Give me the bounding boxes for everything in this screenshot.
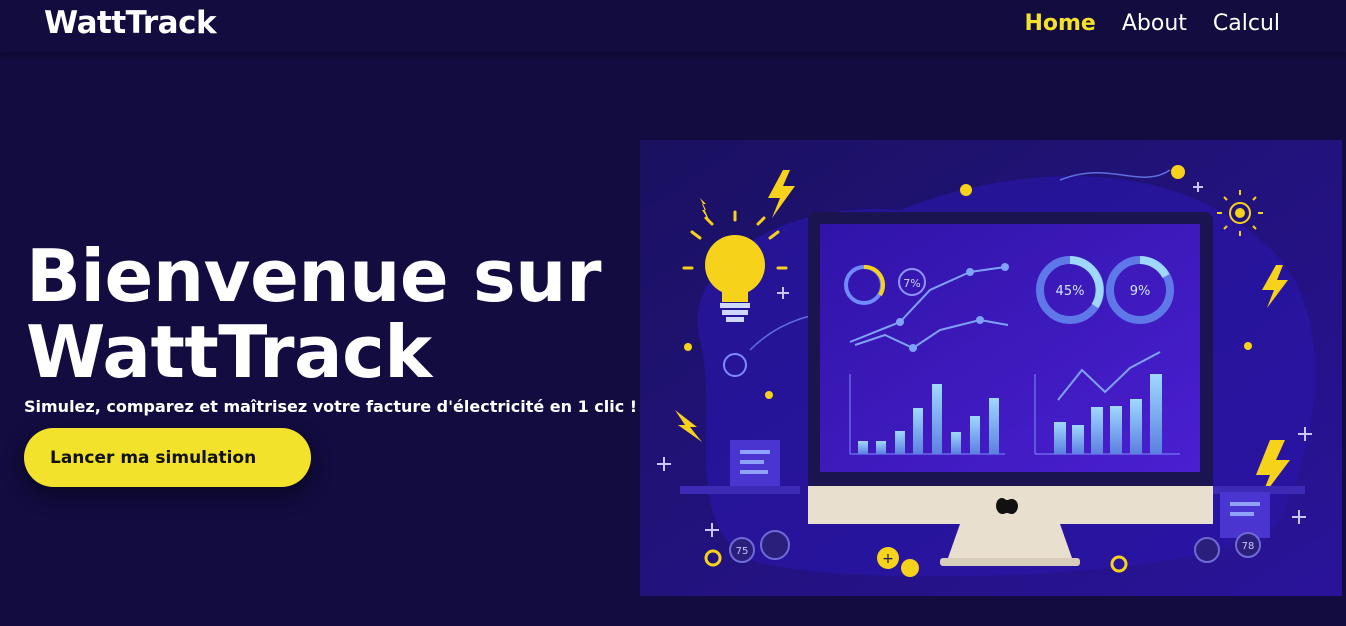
coin-icon	[901, 559, 919, 577]
hero-title: Bienvenue sur WattTrack	[26, 238, 646, 390]
dial-icon	[760, 530, 790, 560]
clock-icon: 75	[729, 537, 755, 563]
svg-text:78: 78	[1242, 541, 1255, 552]
brand-logo[interactable]: WattTrack	[44, 5, 217, 41]
start-simulation-button[interactable]: Lancer ma simulation	[24, 428, 311, 487]
svg-text:9%: 9%	[1130, 284, 1151, 299]
apple-logo-icon	[996, 498, 1018, 514]
svg-text:75: 75	[736, 546, 749, 557]
hero-subtitle: Simulez, comparez et maîtrisez votre fac…	[24, 397, 638, 416]
svg-text:+: +	[882, 551, 894, 567]
nav-about[interactable]: About	[1122, 11, 1187, 36]
clock-icon: 78	[1235, 532, 1261, 558]
monitor-illustration: 7% 45% 9%	[808, 212, 1213, 566]
hero-illustration: 75 78 + 7% 45% 9%	[640, 140, 1342, 596]
navbar: WattTrack Home About Calcul	[0, 0, 1346, 52]
nav-home[interactable]: Home	[1024, 11, 1095, 36]
nav-calcul[interactable]: Calcul	[1213, 11, 1280, 36]
svg-text:7%: 7%	[903, 277, 920, 290]
hero-title-line2: WattTrack	[26, 310, 432, 394]
svg-text:45%: 45%	[1056, 284, 1085, 299]
dial-icon	[1194, 537, 1220, 563]
coin-icon: +	[877, 547, 899, 569]
hero-title-line1: Bienvenue sur	[26, 234, 601, 318]
nav-links: Home About Calcul	[1024, 11, 1280, 36]
